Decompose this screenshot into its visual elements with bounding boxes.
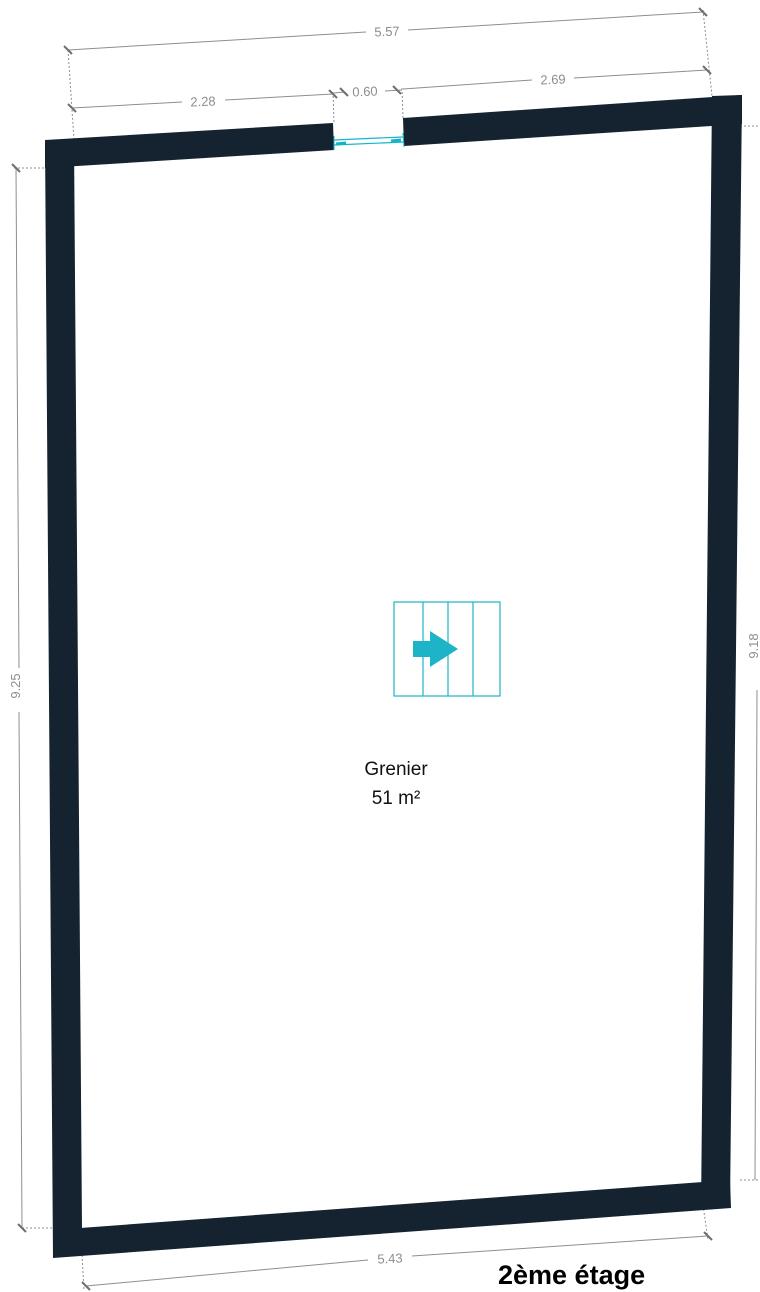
- floor-plan: 5.57 2.28 0.60 2.69 9.25 9.18 5.43 Greni…: [8, 7, 760, 1291]
- dimension-label-bottom-total: 5.43: [377, 1250, 403, 1266]
- dimension-label-right-height: 9.18: [746, 633, 760, 658]
- wall-left: [45, 140, 82, 1258]
- room-area: 51 m²: [372, 788, 421, 809]
- wall-right: [701, 95, 742, 1210]
- floor-label: 2ème étage: [498, 1260, 645, 1290]
- dimension-top-opening: 0.60: [333, 84, 404, 119]
- dimension-label-left-height: 9.25: [8, 673, 23, 698]
- dimension-label-top-left: 2.28: [190, 94, 216, 110]
- wall-top-right: [403, 95, 742, 146]
- dimension-label-top-opening: 0.60: [352, 84, 378, 100]
- dimension-top-right: 2.69: [402, 65, 712, 90]
- dimension-top-left: 2.28: [67, 89, 338, 125]
- room-name: Grenier: [364, 759, 428, 780]
- wall-top-left: [45, 123, 334, 168]
- wall-bottom: [53, 1180, 731, 1258]
- stair-icon[interactable]: [393, 601, 501, 697]
- dimension-label-top-right: 2.69: [540, 72, 566, 88]
- dimension-right-height: 9.18: [740, 125, 760, 1181]
- stair-direction-arrow-icon: [413, 631, 458, 667]
- dimension-label-top-total: 5.57: [374, 24, 400, 40]
- room-label: Grenier 51 m²: [364, 759, 428, 809]
- window-icon[interactable]: [333, 126, 405, 150]
